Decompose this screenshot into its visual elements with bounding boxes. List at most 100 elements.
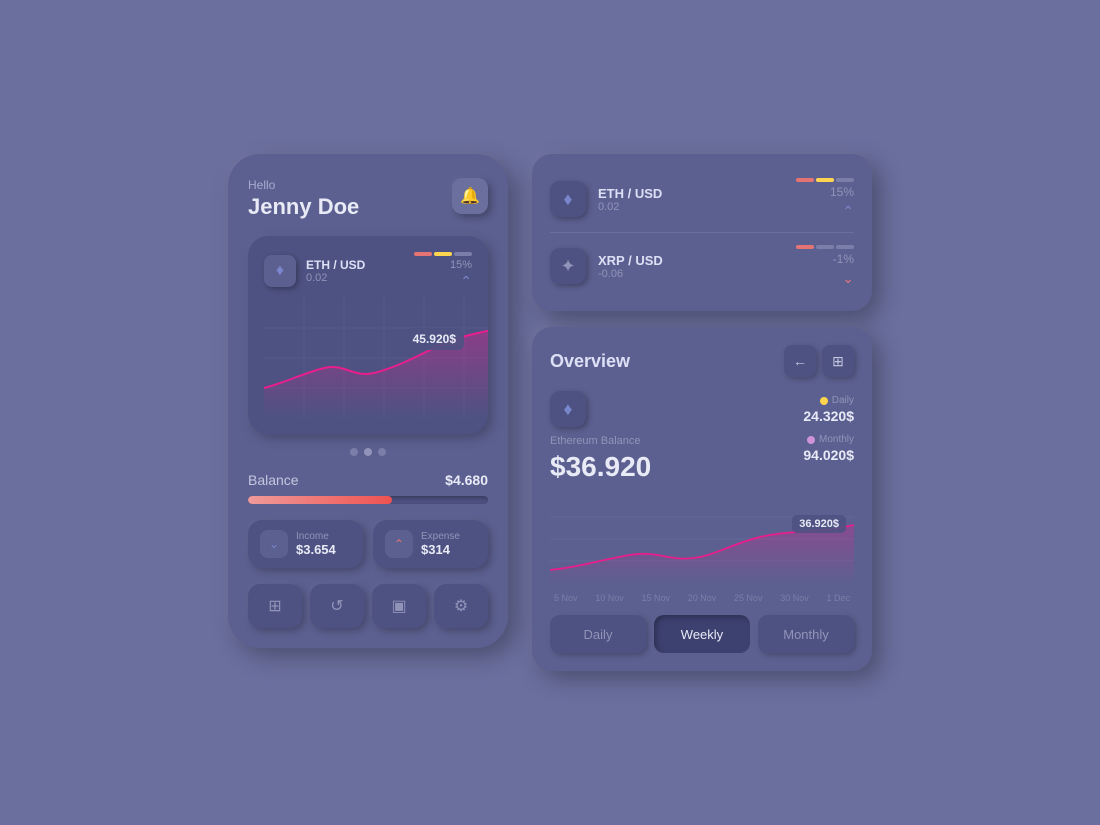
bar-dim — [454, 252, 472, 256]
coin-row: ♦ ETH / USD 0.02 15% ⌃ — [264, 252, 472, 290]
x-label-1: 5 Nov — [554, 593, 578, 603]
expense-label: Expense — [421, 531, 460, 542]
eth-bar-3 — [836, 178, 854, 182]
daily-dot — [820, 397, 828, 405]
overview-left: ♦ Ethereum Balance $36.920 — [550, 391, 791, 483]
x-axis: 5 Nov 10 Nov 15 Nov 20 Nov 25 Nov 30 Nov… — [550, 593, 854, 603]
coin-pct: 15% — [414, 259, 472, 271]
income-icon: ⌄ — [260, 530, 288, 558]
pair-divider — [550, 232, 854, 233]
xrp-mini-bars — [796, 245, 854, 249]
expense-card[interactable]: ⌃ Expense $314 — [373, 520, 488, 568]
pair-xrp-icon: ✦ — [550, 248, 586, 284]
nav-refresh-button[interactable]: ↺ — [310, 584, 364, 628]
pair-eth-price: 0.02 — [598, 201, 796, 213]
daily-button[interactable]: Daily — [550, 615, 646, 653]
eth-icon: ♦ — [264, 255, 296, 287]
user-info: Hello Jenny Doe — [248, 178, 359, 220]
overview-header: Overview ← ⊞ — [550, 345, 854, 377]
overview-card: Overview ← ⊞ ♦ Ethereum Balance $36.920 — [532, 327, 872, 671]
coin-name: ETH / USD — [306, 258, 414, 272]
pair-eth: ♦ ETH / USD 0.02 15% ⌃ — [550, 170, 854, 228]
pair-eth-pct: 15% — [796, 185, 854, 199]
x-label-6: 30 Nov — [780, 593, 809, 603]
weekly-button[interactable]: Weekly — [654, 615, 750, 653]
back-button[interactable]: ← — [784, 345, 816, 377]
pair-eth-name: ETH / USD — [598, 186, 796, 201]
eth-chart-card: ♦ ETH / USD 0.02 15% ⌃ — [248, 236, 488, 434]
pairs-card: ♦ ETH / USD 0.02 15% ⌃ ✦ — [532, 154, 872, 311]
overview-body: ♦ Ethereum Balance $36.920 Daily 24.320$ — [550, 391, 854, 483]
time-filter-buttons: Daily Weekly Monthly — [550, 615, 854, 653]
nav-wallet-button[interactable]: ▣ — [372, 584, 426, 628]
balance-progress-fill — [248, 496, 392, 504]
xrp-bar-1 — [796, 245, 814, 249]
expense-icon: ⌃ — [385, 530, 413, 558]
monthly-amount: 94.020$ — [803, 447, 854, 463]
arrow-up-icon: ⌃ — [414, 273, 472, 290]
eth-bar-2 — [816, 178, 834, 182]
x-label-7: 1 Dec — [826, 593, 850, 603]
overview-buttons: ← ⊞ — [784, 345, 854, 377]
pair-eth-stats: 15% ⌃ — [796, 178, 854, 220]
monthly-label-row: Monthly — [803, 434, 854, 445]
user-name: Jenny Doe — [248, 194, 359, 220]
expense-info: Expense $314 — [421, 531, 460, 557]
monthly-stat: Monthly 94.020$ — [803, 434, 854, 463]
x-label-3: 15 Nov — [641, 593, 670, 603]
dot-1[interactable] — [350, 448, 358, 456]
overview-title: Overview — [550, 351, 630, 372]
x-label-2: 10 Nov — [595, 593, 624, 603]
balance-progress-bg — [248, 496, 488, 504]
dot-3[interactable] — [378, 448, 386, 456]
coin-info: ETH / USD 0.02 — [306, 258, 414, 284]
income-card[interactable]: ⌄ Income $3.654 — [248, 520, 363, 568]
daily-amount: 24.320$ — [803, 408, 854, 424]
pair-eth-info: ETH / USD 0.02 — [598, 186, 796, 213]
dot-2[interactable] — [364, 448, 372, 456]
balance-row: Balance $4.680 — [248, 472, 488, 488]
monthly-dot — [807, 436, 815, 444]
income-label: Income — [296, 531, 336, 542]
phone-card: Hello Jenny Doe 🔔 ♦ ETH / USD 0.02 — [228, 154, 508, 648]
carousel-dots — [248, 448, 488, 456]
overview-eth-icon: ♦ — [550, 391, 586, 427]
balance-label: Balance — [248, 472, 299, 488]
ethereum-balance-amount: $36.920 — [550, 451, 791, 483]
chart-value-label: 45.920$ — [405, 328, 464, 350]
eth-arrow-up-icon: ⌃ — [796, 203, 854, 220]
overview-right: Daily 24.320$ Monthly 94.020$ — [803, 391, 854, 483]
xrp-bar-2 — [816, 245, 834, 249]
income-amount: $3.654 — [296, 542, 336, 557]
coin-stats: 15% ⌃ — [414, 252, 472, 290]
eth-mini-bars — [796, 178, 854, 182]
balance-amount: $4.680 — [445, 472, 488, 488]
chart-area: 45.920$ — [264, 298, 472, 418]
right-column: ♦ ETH / USD 0.02 15% ⌃ ✦ — [532, 154, 872, 671]
nav-grid-button[interactable]: ⊞ — [248, 584, 302, 628]
pair-eth-icon: ♦ — [550, 181, 586, 217]
income-info: Income $3.654 — [296, 531, 336, 557]
bell-button[interactable]: 🔔 — [452, 178, 488, 214]
income-expense-row: ⌄ Income $3.654 ⌃ Expense $314 — [248, 520, 488, 568]
pair-xrp: ✦ XRP / USD -0.06 -1% ⌄ — [550, 237, 854, 295]
pair-xrp-stats: -1% ⌄ — [796, 245, 854, 287]
eth-bar-1 — [796, 178, 814, 182]
hello-text: Hello — [248, 178, 359, 192]
nav-settings-button[interactable]: ⚙ — [434, 584, 488, 628]
coin-value: 0.02 — [306, 272, 414, 284]
bell-icon: 🔔 — [460, 186, 480, 206]
pair-xrp-price: -0.06 — [598, 268, 796, 280]
pair-xrp-pct: -1% — [796, 252, 854, 266]
phone-header: Hello Jenny Doe 🔔 — [248, 178, 488, 220]
xrp-bar-3 — [836, 245, 854, 249]
monthly-button[interactable]: Monthly — [758, 615, 854, 653]
bar-red — [414, 252, 432, 256]
overview-svg — [550, 495, 854, 585]
mini-bars — [414, 252, 472, 256]
grid-button[interactable]: ⊞ — [822, 345, 854, 377]
xrp-arrow-down-icon: ⌄ — [796, 270, 854, 287]
overview-chart: 36.920$ — [550, 495, 854, 585]
expense-amount: $314 — [421, 542, 460, 557]
x-label-5: 25 Nov — [734, 593, 763, 603]
